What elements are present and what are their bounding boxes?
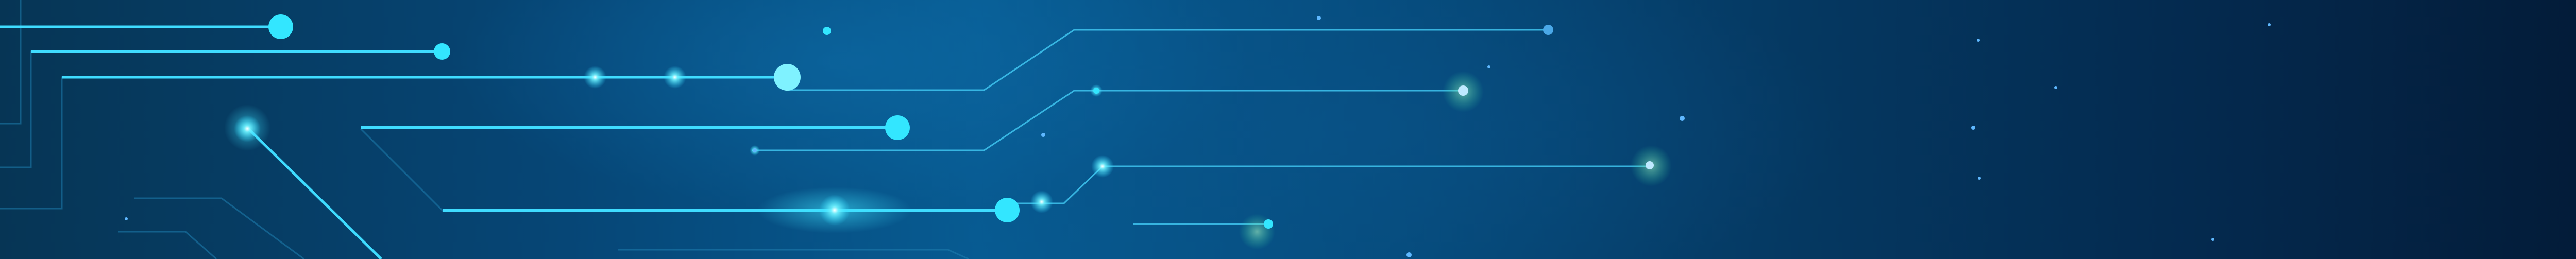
nodes (268, 14, 1654, 229)
star (1978, 177, 1981, 180)
star (125, 217, 128, 220)
node-fourth (885, 115, 910, 140)
trace-bg-6 (360, 128, 773, 212)
star (2054, 86, 2057, 89)
trace-long-top (788, 29, 1548, 91)
trace-bg-2 (0, 50, 443, 168)
glow-point (584, 66, 606, 89)
trace-diagonal (246, 127, 382, 259)
trace-long-mid (752, 90, 1463, 151)
node-short-right (1264, 219, 1273, 229)
trace-bg-4 (134, 197, 304, 259)
trace-bg-7 (618, 249, 969, 259)
trace-bg-3 (0, 76, 783, 210)
star (753, 148, 757, 152)
star (1680, 116, 1685, 121)
star (1406, 252, 1412, 257)
node-top-short (823, 27, 831, 35)
node-second (434, 43, 450, 60)
star (2211, 238, 2214, 241)
node-lower (995, 198, 1020, 222)
node-long-lower (1646, 161, 1654, 169)
trace-bg-5 (118, 231, 217, 259)
node-long-mid (1458, 85, 1468, 96)
star (1977, 39, 1980, 42)
glow-point (1091, 155, 1114, 178)
star (1487, 65, 1490, 68)
circuit-board-artwork (0, 0, 2271, 259)
star (1971, 126, 1975, 130)
glow-point (664, 66, 686, 89)
glow-point (1030, 191, 1053, 213)
star (1041, 133, 1045, 137)
glow-point (234, 115, 261, 142)
node-third (774, 64, 801, 91)
node-long-top (1543, 25, 1553, 35)
node-small-mid (1093, 88, 1099, 94)
halos (224, 71, 1672, 250)
star (1317, 16, 1321, 20)
trace-bg-1 (0, 0, 22, 125)
star (2268, 23, 2271, 26)
halo-node-2440 (1239, 214, 1275, 250)
glow-point (819, 195, 850, 226)
node-top (268, 14, 293, 39)
circuit-board-banner (0, 0, 2576, 259)
